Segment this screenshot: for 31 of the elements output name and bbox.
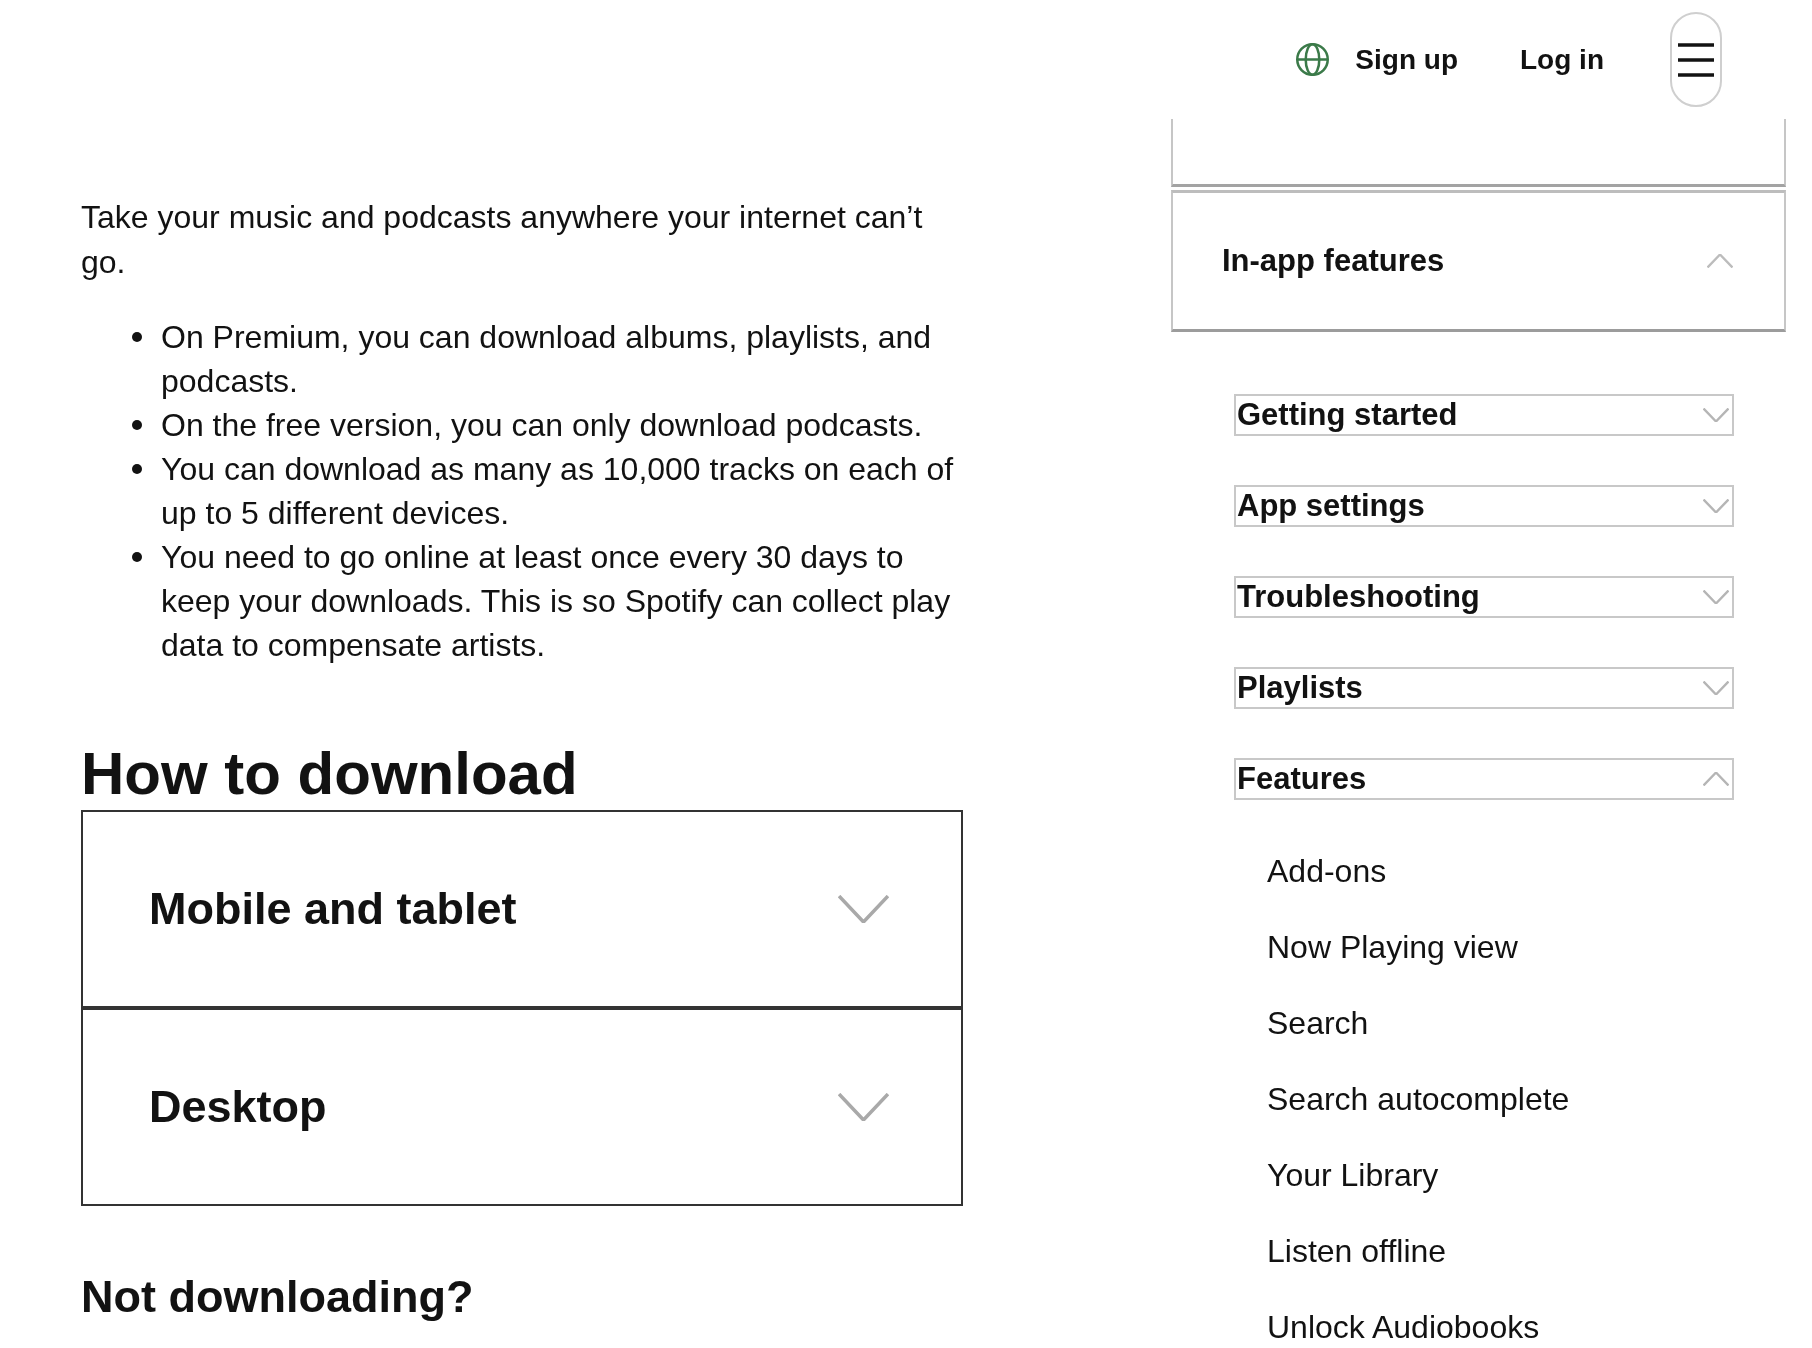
category-header[interactable]: In-app features — [1171, 190, 1786, 332]
topic-toggle[interactable]: App settings — [1234, 485, 1734, 527]
bullet-icon — [132, 552, 142, 562]
accordion-toggle[interactable]: Desktop — [81, 1008, 963, 1206]
bullet-icon — [132, 464, 142, 474]
bullet-text: You need to go online at least once every 30 days to keep your downloads. This is so Spotify can collect play data to compensate artists. — [161, 538, 952, 665]
bullet-text: On Premium, you can download albums, playlists, and podcasts. — [161, 318, 933, 401]
menu-button[interactable] — [1670, 12, 1722, 107]
intro-paragraph: Take your music and podcasts anywhere your internet can’t go. — [81, 198, 924, 282]
subsection-heading: Not downloading? — [81, 1271, 475, 1323]
bullet-icon — [132, 332, 142, 342]
menu-icon — [1678, 42, 1714, 77]
topic-link[interactable]: Your Library — [1267, 1156, 1439, 1194]
topic-toggle[interactable]: Playlists — [1234, 667, 1734, 709]
accordion-toggle[interactable]: Mobile and tablet — [81, 810, 963, 1008]
bullet-text: On the free version, you can only download podcasts. — [161, 406, 924, 445]
topic-link[interactable]: Listen offline — [1267, 1232, 1447, 1270]
topic-link[interactable]: Search autocomplete — [1267, 1080, 1570, 1118]
topic-link[interactable]: Add-ons — [1267, 852, 1387, 890]
topic-toggle[interactable]: Getting started — [1234, 394, 1734, 436]
section-heading: How to download — [81, 744, 579, 804]
sign-up-link[interactable]: Sign up — [1355, 42, 1458, 77]
log-in-link[interactable]: Log in — [1520, 42, 1604, 77]
topic-toggle[interactable]: Features — [1234, 758, 1734, 800]
topic-link[interactable]: Search — [1267, 1004, 1369, 1042]
bullet-text: You can download as many as 10,000 tracks on each of up to 5 different devices. — [161, 450, 955, 533]
topic-toggle[interactable]: Troubleshooting — [1234, 576, 1734, 618]
topic-link[interactable]: Unlock Audiobooks — [1267, 1308, 1540, 1346]
globe-icon[interactable] — [1296, 43, 1330, 76]
bullet-icon — [132, 420, 142, 430]
topic-link[interactable]: Now Playing view — [1267, 928, 1518, 966]
